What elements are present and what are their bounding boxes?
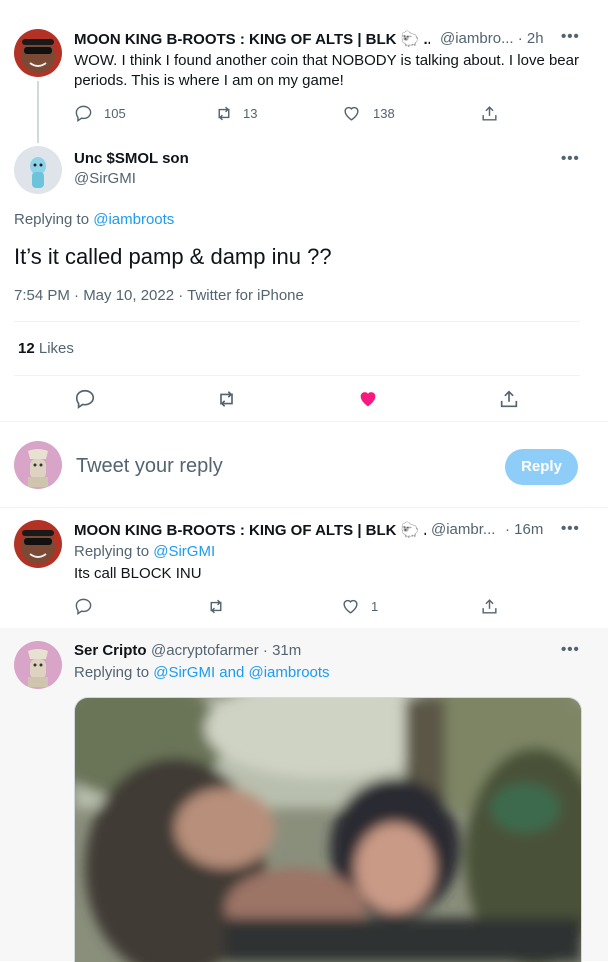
likes-summary[interactable]: 12 Likes xyxy=(18,340,74,357)
avatar-unc-smol[interactable] xyxy=(14,146,62,194)
main-author-name[interactable]: Unc $SMOL son xyxy=(74,150,189,167)
main-replying-prefix: Replying to xyxy=(14,211,90,228)
tweet1-like-count: 138 xyxy=(373,106,395,121)
avatar-unc-smol-image xyxy=(14,146,62,194)
reply-composer-input[interactable]: Tweet your reply xyxy=(76,455,223,478)
reply1-share-icon[interactable] xyxy=(480,597,499,616)
reply1-like-count: 1 xyxy=(371,599,379,614)
main-reply-icon[interactable] xyxy=(74,388,96,410)
reply1-author-handle[interactable]: @iambr... xyxy=(431,521,495,538)
reply1-like-icon[interactable] xyxy=(341,597,360,616)
divider xyxy=(14,375,580,376)
tweet1-text: WOW. I think I found another coin that N… xyxy=(74,52,579,89)
main-replying-link[interactable]: @iambroots xyxy=(93,211,174,228)
tweet1-reply-count: 105 xyxy=(104,106,126,121)
divider xyxy=(14,321,580,322)
tweet1-retweet-icon[interactable] xyxy=(214,104,234,123)
divider xyxy=(0,421,608,422)
reply1-retweet-icon[interactable] xyxy=(206,597,226,616)
reply2-author-name[interactable]: Ser Cripto xyxy=(74,642,147,659)
reply2-replying-to: Replying to @SirGMI and @iambroots xyxy=(74,664,330,681)
reply1-text: Its call BLOCK INU xyxy=(74,565,202,582)
main-replying-to: Replying to @iambroots xyxy=(14,211,174,228)
reply1-replying-link[interactable]: @SirGMI xyxy=(153,543,215,560)
main-tweet-text: It’s it called pamp & damp inu ?? xyxy=(14,244,332,269)
likes-count: 12 xyxy=(18,340,35,357)
avatar-moon-king[interactable] xyxy=(14,29,62,77)
main-tweet-meta[interactable]: 7:54 PM · May 10, 2022 · Twitter for iPh… xyxy=(14,287,304,304)
main-author-handle[interactable]: @SirGMI xyxy=(74,170,136,187)
reply2-media-image xyxy=(75,698,581,962)
tweet1-author-name[interactable]: MOON KING B-ROOTS : KING OF ALTS | BLK 🐑… xyxy=(74,30,430,48)
divider xyxy=(0,507,608,508)
avatar-current-user[interactable] xyxy=(14,441,62,489)
tweet1-reply-icon[interactable] xyxy=(74,104,93,123)
avatar-moon-king-image xyxy=(14,29,62,77)
main-retweet-icon[interactable] xyxy=(215,388,238,410)
main-share-icon[interactable] xyxy=(498,388,520,410)
reply1-replying-prefix: Replying to xyxy=(74,543,150,560)
tweet1-share-icon[interactable] xyxy=(480,104,499,123)
thread-line xyxy=(37,81,39,143)
likes-label: Likes xyxy=(38,340,74,357)
tweet1-retweet-count: 13 xyxy=(243,106,258,121)
reply1-author-name[interactable]: MOON KING B-ROOTS : KING OF ALTS | BLK 🐑… xyxy=(74,521,426,539)
main-like-icon[interactable] xyxy=(357,388,379,410)
reply2-replying-prefix: Replying to xyxy=(74,664,150,681)
main-more-icon[interactable]: ••• xyxy=(561,150,580,167)
reply1-timestamp[interactable]: · 16m xyxy=(505,521,543,538)
reply2-handle-time[interactable]: @acryptofarmer · 31m xyxy=(151,642,301,659)
reply2-media[interactable] xyxy=(74,697,582,962)
tweet1-like-icon[interactable] xyxy=(342,104,361,123)
avatar-ser-cripto[interactable] xyxy=(14,641,62,689)
tweet1-more-icon[interactable]: ••• xyxy=(561,28,580,45)
avatar-moon-king[interactable] xyxy=(14,520,62,568)
avatar-current-user-image xyxy=(14,441,62,489)
reply-button[interactable]: Reply xyxy=(505,449,578,485)
reply2-more-icon[interactable]: ••• xyxy=(561,641,580,658)
reply1-replying-to: Replying to @SirGMI xyxy=(74,543,215,560)
avatar-moon-king-image xyxy=(14,520,62,568)
reply2-replying-link[interactable]: @SirGMI and @iambroots xyxy=(153,664,329,681)
avatar-ser-cripto-image xyxy=(14,641,62,689)
reply1-reply-icon[interactable] xyxy=(74,597,93,616)
reply1-more-icon[interactable]: ••• xyxy=(561,520,580,537)
tweet1-handle-time[interactable]: @iambro... · 2h xyxy=(440,30,544,47)
